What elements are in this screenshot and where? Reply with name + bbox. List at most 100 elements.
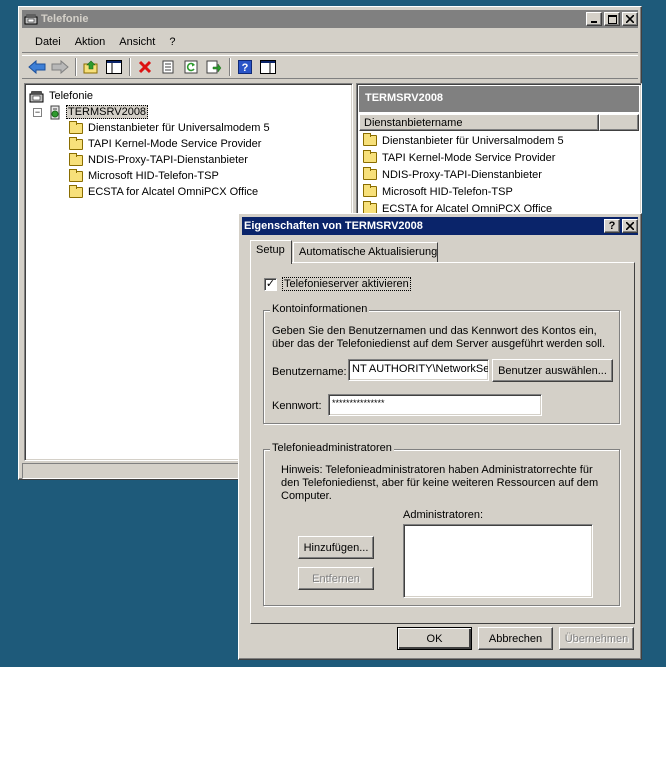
admins-hint-line-2: den Telefoniedienst, aber für keine weit… xyxy=(281,477,599,489)
window-titlebar[interactable]: Telefonie xyxy=(22,10,638,28)
dialog-close-button[interactable] xyxy=(622,219,638,233)
add-admin-button[interactable]: Hinzufügen... xyxy=(298,536,374,559)
tree-label: ECSTA for Alcatel OmniPCX Office xyxy=(88,186,259,198)
list-item[interactable]: TAPI Kernel-Mode Service Provider xyxy=(359,149,639,166)
list-item-label: Microsoft HID-Telefon-TSP xyxy=(382,185,513,198)
enable-server-row: ✓ Telefonieserver aktivieren xyxy=(264,277,411,291)
back-icon[interactable] xyxy=(26,57,48,77)
admins-group-title: Telefonieadministratoren xyxy=(270,442,394,454)
column-header-dienstanbietername[interactable]: Dienstanbietername xyxy=(359,114,599,131)
tree-item-provider[interactable]: ECSTA for Alcatel OmniPCX Office xyxy=(69,184,258,200)
close-button[interactable] xyxy=(622,12,638,26)
tab-setup[interactable]: Setup xyxy=(250,240,292,264)
properties-dialog: Eigenschaften von TERMSRV2008 ? Setup Au… xyxy=(238,213,642,660)
username-label: Benutzername: xyxy=(272,366,347,378)
folder-icon xyxy=(363,184,377,197)
show-hide-tree-icon[interactable] xyxy=(103,57,125,77)
folder-icon xyxy=(363,133,377,146)
menu-bar: Datei Aktion Ansicht ? xyxy=(22,31,638,53)
apply-button[interactable]: Übernehmen xyxy=(559,627,634,650)
list-item[interactable]: Microsoft HID-Telefon-TSP xyxy=(359,183,639,200)
provider-list: Dienstanbieter für Universalmodem 5 TAPI… xyxy=(359,132,639,217)
collapse-icon[interactable]: − xyxy=(33,107,42,117)
setup-tab-panel: ✓ Telefonieserver aktivieren Kontoinform… xyxy=(250,262,635,624)
password-field[interactable]: *************** xyxy=(328,394,542,416)
username-field[interactable]: NT AUTHORITY\NetworkService xyxy=(348,359,489,381)
menu-aktion[interactable]: Aktion xyxy=(68,34,113,50)
account-description-line-2: über das der Telefoniedienst auf dem Ser… xyxy=(272,338,606,350)
select-user-button[interactable]: Benutzer auswählen... xyxy=(492,359,613,382)
enable-server-checkbox[interactable]: ✓ xyxy=(264,277,277,291)
tab-label: Automatische Aktualisierung xyxy=(299,246,438,258)
refresh-icon[interactable] xyxy=(180,57,202,77)
folder-icon xyxy=(69,184,83,198)
toolbar-separator xyxy=(129,58,131,76)
folder-icon xyxy=(69,136,83,150)
account-info-group: Kontoinformationen Geben Sie den Benutze… xyxy=(263,303,620,424)
tree-item-provider[interactable]: Dienstanbieter für Universalmodem 5 xyxy=(69,120,270,136)
up-folder-icon[interactable] xyxy=(80,57,102,77)
server-icon xyxy=(48,105,62,120)
dialog-titlebar[interactable]: Eigenschaften von TERMSRV2008 ? xyxy=(242,217,638,235)
tree-item-provider[interactable]: Microsoft HID-Telefon-TSP xyxy=(69,168,219,184)
list-item[interactable]: Dienstanbieter für Universalmodem 5 xyxy=(359,132,639,149)
cancel-button[interactable]: Abbrechen xyxy=(478,627,553,650)
tree-item-server[interactable]: − TERMSRV2008 xyxy=(33,104,149,120)
export-list-icon[interactable] xyxy=(203,57,225,77)
telephony-app-icon xyxy=(24,12,38,26)
folder-icon xyxy=(69,120,83,134)
toolbar-separator xyxy=(75,58,77,76)
properties-icon[interactable] xyxy=(157,57,179,77)
toolbar: ? xyxy=(22,55,638,79)
delete-icon[interactable] xyxy=(134,57,156,77)
context-help-button[interactable]: ? xyxy=(604,219,620,233)
tree-label: Dienstanbieter für Universalmodem 5 xyxy=(88,122,270,134)
list-item-label: Dienstanbieter für Universalmodem 5 xyxy=(382,134,564,147)
tree-label: Telefonie xyxy=(49,90,94,102)
tree-item-provider[interactable]: TAPI Kernel-Mode Service Provider xyxy=(69,136,261,152)
administrators-label: Administratoren: xyxy=(403,509,484,521)
telephony-admins-group: Telefonieadministratoren Hinweis: Telefo… xyxy=(263,442,620,606)
admins-hint-line-1: Hinweis: Telefonieadministratoren haben … xyxy=(281,464,593,476)
tree-label: Microsoft HID-Telefon-TSP xyxy=(88,170,219,182)
menu-datei[interactable]: Datei xyxy=(28,34,68,50)
menu-ansicht[interactable]: Ansicht xyxy=(112,34,162,50)
menu-help[interactable]: ? xyxy=(162,34,182,50)
tree-label: TERMSRV2008 xyxy=(66,105,149,119)
minimize-button[interactable] xyxy=(586,12,602,26)
help-icon[interactable]: ? xyxy=(234,57,256,77)
folder-icon xyxy=(69,168,83,182)
column-header-empty[interactable] xyxy=(599,114,639,131)
ok-button[interactable]: OK xyxy=(397,627,472,650)
dialog-title: Eigenschaften von TERMSRV2008 xyxy=(244,220,423,232)
tab-automatische-aktualisierung[interactable]: Automatische Aktualisierung xyxy=(293,242,438,262)
show-action-pane-icon[interactable] xyxy=(257,57,279,77)
svg-text:?: ? xyxy=(242,62,249,74)
tab-label: Setup xyxy=(256,244,285,256)
folder-icon xyxy=(363,150,377,163)
admins-hint-line-3: Computer. xyxy=(281,490,332,502)
remove-admin-button[interactable]: Entfernen xyxy=(298,567,374,590)
password-label: Kennwort: xyxy=(272,400,322,412)
list-item-label: NDIS-Proxy-TAPI-Dienstanbieter xyxy=(382,168,542,181)
tree-label: TAPI Kernel-Mode Service Provider xyxy=(88,138,262,150)
maximize-button[interactable] xyxy=(604,12,620,26)
telephony-icon xyxy=(29,89,45,103)
tree-label: NDIS-Proxy-TAPI-Dienstanbieter xyxy=(88,154,248,166)
tree-item-telefonie[interactable]: Telefonie xyxy=(29,88,93,104)
folder-icon xyxy=(363,167,377,180)
column-header-row: Dienstanbietername xyxy=(359,114,639,131)
list-item-label: TAPI Kernel-Mode Service Provider xyxy=(382,151,556,164)
enable-server-label[interactable]: Telefonieserver aktivieren xyxy=(282,277,411,291)
account-group-title: Kontoinformationen xyxy=(270,303,370,315)
folder-icon xyxy=(69,152,83,166)
result-pane-header: TERMSRV2008 xyxy=(359,86,639,112)
forward-icon[interactable] xyxy=(49,57,71,77)
list-item[interactable]: NDIS-Proxy-TAPI-Dienstanbieter xyxy=(359,166,639,183)
administrators-list[interactable] xyxy=(403,524,593,598)
toolbar-separator xyxy=(229,58,231,76)
account-description-line-1: Geben Sie den Benutzernamen und das Kenn… xyxy=(272,325,597,337)
question-icon: ? xyxy=(608,219,616,232)
window-title: Telefonie xyxy=(41,13,89,25)
tree-item-provider[interactable]: NDIS-Proxy-TAPI-Dienstanbieter xyxy=(69,152,248,168)
